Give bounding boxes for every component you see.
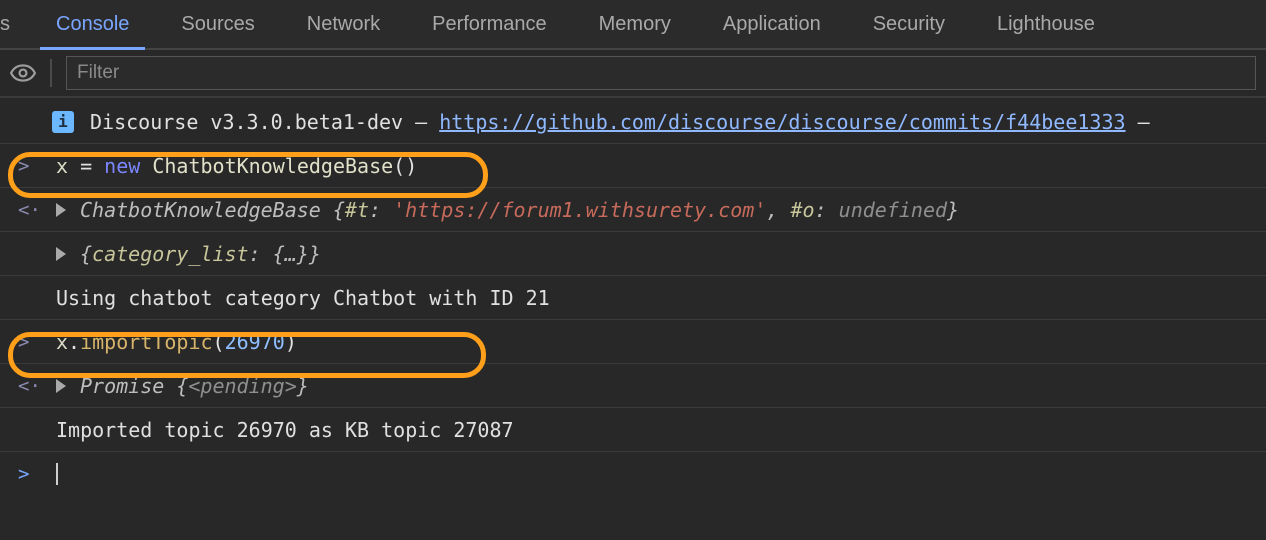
prompt-icon: > (12, 463, 52, 485)
separator (50, 59, 52, 87)
console-input-row[interactable]: > x.importTopic(26970) (0, 320, 1266, 364)
tab-network[interactable]: Network (281, 0, 406, 48)
tab-performance[interactable]: Performance (406, 0, 573, 48)
console-prompt-row[interactable]: > (0, 452, 1266, 496)
filter-input[interactable] (66, 56, 1256, 90)
console-result-row: <· Promise {<pending>} (0, 364, 1266, 408)
console-log-row: Imported topic 26970 as KB topic 27087 (0, 408, 1266, 452)
commit-link[interactable]: https://github.com/discourse/discourse/c… (439, 110, 1125, 134)
console-log-row: Using chatbot category Chatbot with ID 2… (0, 276, 1266, 320)
tab-truncated-left[interactable]: s (0, 0, 30, 48)
result-icon: <· (12, 375, 52, 397)
log-text: Imported topic 26970 as KB topic 27087 (56, 418, 514, 442)
expand-icon[interactable] (56, 379, 66, 393)
live-expression-icon[interactable] (10, 62, 36, 84)
expand-icon[interactable] (56, 203, 66, 217)
devtools-tabs: s Console Sources Network Performance Me… (0, 0, 1266, 50)
tab-security[interactable]: Security (847, 0, 971, 48)
input-code: x = new ChatbotKnowledgeBase() (56, 154, 417, 178)
console-info-row: i Discourse v3.3.0.beta1-dev — https://g… (0, 100, 1266, 144)
info-icon: i (52, 111, 74, 133)
console-result-row: <· ChatbotKnowledgeBase {#t: 'https://fo… (0, 188, 1266, 232)
log-object[interactable]: {category_list: {…}} (80, 242, 321, 266)
tab-console[interactable]: Console (30, 0, 155, 48)
tab-sources[interactable]: Sources (155, 0, 280, 48)
console-input-row[interactable]: > x = new ChatbotKnowledgeBase() (0, 144, 1266, 188)
text-caret (56, 463, 58, 485)
prompt-icon: > (12, 155, 52, 177)
log-text: Using chatbot category Chatbot with ID 2… (56, 286, 550, 310)
console-log-row: {category_list: {…}} (0, 232, 1266, 276)
console-output: i Discourse v3.3.0.beta1-dev — https://g… (0, 98, 1266, 496)
tab-application[interactable]: Application (697, 0, 847, 48)
result-object[interactable]: Promise {<pending>} (80, 374, 309, 398)
result-icon: <· (12, 199, 52, 221)
prompt-icon: > (12, 331, 52, 353)
result-object[interactable]: ChatbotKnowledgeBase {#t: 'https://forum… (80, 198, 959, 222)
info-text: Discourse v3.3.0.beta1-dev — https://git… (90, 110, 1150, 134)
console-filter-bar (0, 50, 1266, 98)
input-code: x.importTopic(26970) (56, 330, 297, 354)
tab-memory[interactable]: Memory (573, 0, 697, 48)
tab-lighthouse[interactable]: Lighthouse (971, 0, 1121, 48)
expand-icon[interactable] (56, 247, 66, 261)
